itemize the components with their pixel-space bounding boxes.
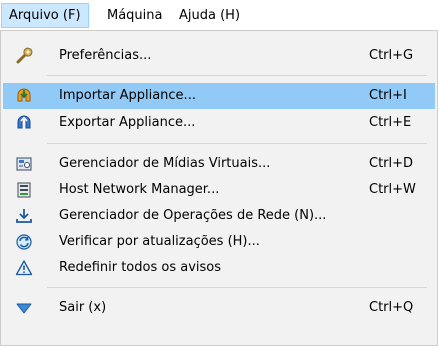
menu-item-shortcut: Ctrl+G [369,48,414,63]
menu-item-redefinir-avisos[interactable]: Redefinir todos os avisos [3,255,435,281]
import-appliance-icon [15,87,33,105]
menu-item-shortcut: Ctrl+E [369,115,412,130]
menu-item-shortcut: Ctrl+Q [369,300,414,315]
menu-item-sair[interactable]: Sair (x) Ctrl+Q [3,295,435,321]
warning-icon [15,259,33,277]
menu-separator [47,143,427,144]
menu-item-label: Gerenciador de Operações de Rede (N)... [59,208,327,223]
menu-item-label: Preferências... [59,48,152,63]
menu-item-verificar-atualizacoes[interactable]: Verificar por atualizações (H)... [3,229,435,255]
export-appliance-icon [15,114,33,132]
menu-item-label: Host Network Manager... [59,182,220,197]
menu-item-label: Exportar Appliance... [59,115,196,130]
menu-item-shortcut: Ctrl+W [369,182,416,197]
menu-item-label: Verificar por atualizações (H)... [59,234,260,249]
menu-maquina[interactable]: Máquina [100,3,170,28]
menu-ajuda[interactable]: Ajuda (H) [172,3,247,28]
menu-item-exportar-appliance[interactable]: Exportar Appliance... Ctrl+E [3,110,435,136]
exit-icon [15,299,33,317]
wrench-icon [15,47,33,65]
menu-item-label: Redefinir todos os avisos [59,260,222,275]
media-manager-icon [15,155,33,173]
menu-item-label: Gerenciador de Mídias Virtuais... [59,156,271,171]
menu-item-preferencias[interactable]: Preferências... Ctrl+G [3,43,435,69]
menu-arquivo[interactable]: Arquivo (F) [1,3,89,28]
menu-item-importar-appliance[interactable]: Importar Appliance... Ctrl+I [3,83,435,109]
menu-separator [47,287,427,288]
menu-item-shortcut: Ctrl+I [369,88,407,103]
host-network-icon [15,181,33,199]
menu-item-label: Sair (x) [59,300,107,315]
menu-item-gerenciador-operacoes-rede[interactable]: Gerenciador de Operações de Rede (N)... [3,203,435,229]
check-updates-icon [15,233,33,251]
menu-separator [47,75,427,76]
menu-bar: Arquivo (F) Máquina Ajuda (H) [0,0,438,30]
menu-item-host-network-manager[interactable]: Host Network Manager... Ctrl+W [3,177,435,203]
network-operations-icon [15,207,33,225]
menu-item-label: Importar Appliance... [59,88,196,103]
arquivo-dropdown-menu: Preferências... Ctrl+G Importar Applianc… [0,30,438,346]
menu-item-shortcut: Ctrl+D [369,156,414,171]
menu-item-gerenciador-midias[interactable]: Gerenciador de Mídias Virtuais... Ctrl+D [3,151,435,177]
